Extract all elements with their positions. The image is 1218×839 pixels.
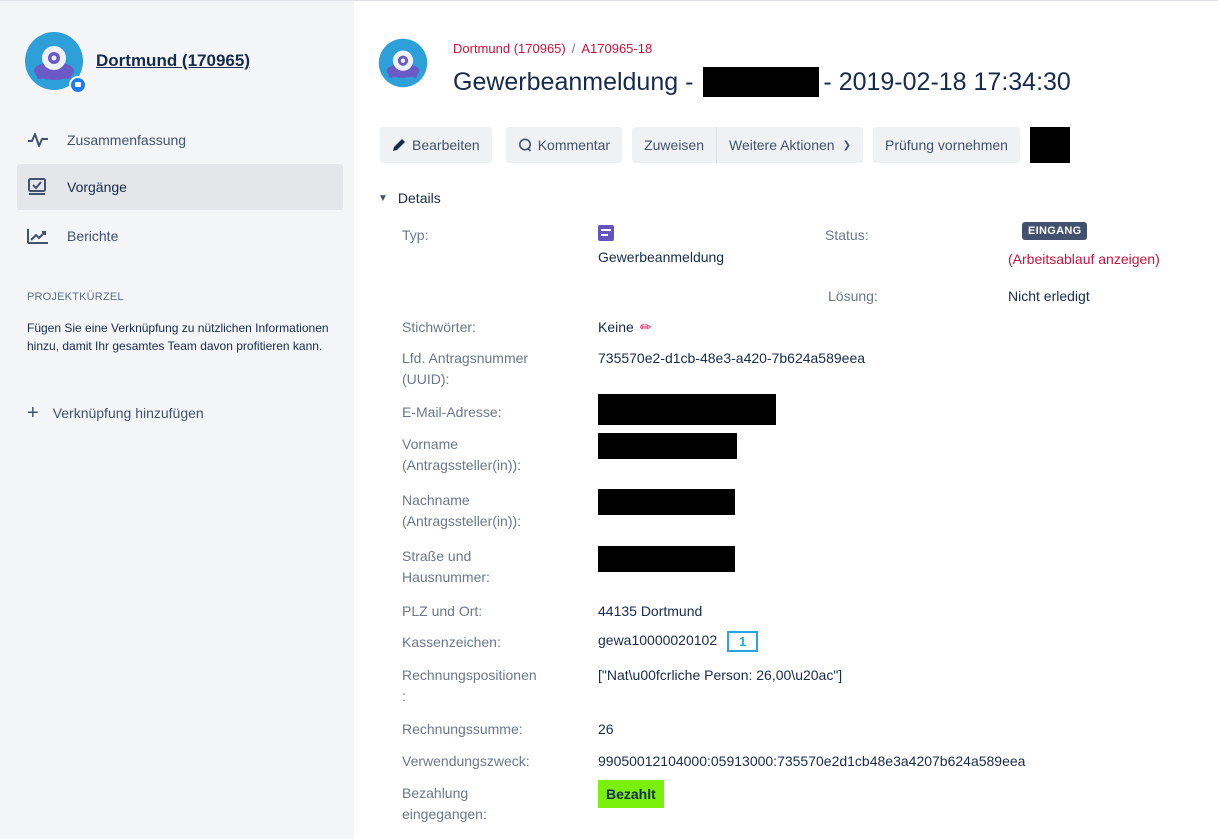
uuid-label-line: (UUID): <box>402 371 450 387</box>
details-section-toggle[interactable]: ▼ Details <box>378 190 441 206</box>
cashref-count-badge[interactable]: 1 <box>727 630 759 652</box>
keywords-field[interactable]: Keine ✏ <box>598 317 652 338</box>
shortcuts-description: Fügen Sie eine Verknüpfung zu nützlichen… <box>27 321 329 353</box>
more-actions-label: Weitere Aktionen <box>729 137 835 153</box>
keywords-value: Keine <box>598 319 634 335</box>
activity-icon <box>27 129 55 151</box>
project-header: Dortmund (170965) <box>24 31 344 95</box>
street-label: Straße und Hausnummer: <box>402 546 490 588</box>
sidebar-item-summary[interactable]: Zusammenfassung <box>17 117 343 163</box>
purpose-label: Verwendungszweck: <box>402 753 530 769</box>
chevron-down-icon: ❯ <box>842 139 851 151</box>
redacted-block <box>598 489 735 515</box>
chevron-down-icon: ▼ <box>378 192 388 204</box>
street-label-line: Straße und <box>402 548 472 564</box>
resolution-label: Lösung: <box>828 288 878 304</box>
breadcrumb-issue-link[interactable]: A170965-18 <box>581 41 652 56</box>
redacted-block <box>598 546 735 572</box>
workflow-button-group: Zuweisen Weitere Aktionen ❯ <box>632 127 863 163</box>
redacted-block <box>703 67 820 97</box>
city-label: PLZ und Ort: <box>402 603 483 619</box>
cashref-label: Kassenzeichen: <box>402 634 501 650</box>
project-name-link[interactable]: Dortmund (170965) <box>96 51 250 71</box>
issue-title-suffix: - 2019-02-18 17:34:30 <box>823 67 1071 96</box>
issue-title-prefix: Gewerbeanmeldung - <box>453 67 694 96</box>
lastname-label-line: (Antragssteller(in)): <box>402 513 522 529</box>
breadcrumb: Dortmund (170965) / A170965-18 <box>453 41 652 56</box>
type-label: Typ: <box>402 227 429 243</box>
sum-label: Rechnungssumme: <box>402 721 523 737</box>
pencil-icon[interactable]: ✏ <box>640 317 652 338</box>
sidebar-item-label: Zusammenfassung <box>67 132 187 148</box>
project-avatar-icon[interactable] <box>24 31 88 95</box>
resolution-value: Nicht erledigt <box>1008 288 1090 304</box>
email-label: E-Mail-Adresse: <box>402 404 502 420</box>
issues-icon <box>27 176 55 198</box>
comment-button-label: Kommentar <box>537 137 611 153</box>
redacted-block <box>1029 127 1070 163</box>
plus-icon: + <box>27 402 39 424</box>
add-shortcut-label: Verknüpfung hinzufügen <box>52 405 204 421</box>
lastname-label-line: Nachname <box>402 492 470 508</box>
items-label-line: : <box>402 688 406 704</box>
edit-button-label: Bearbeiten <box>412 137 480 153</box>
type-icon-wrap <box>598 225 614 247</box>
redacted-block <box>598 433 737 459</box>
details-heading: Details <box>397 190 441 206</box>
issue-view: Dortmund (170965) / A170965-18 Gewerbeanme… <box>354 1 1218 839</box>
cashref-field: gewa10000020102 1 <box>598 630 759 652</box>
firstname-label-line: Vorname <box>402 436 459 452</box>
sidebar: Dortmund (170965) Zusammenfassung Vorgän… <box>0 1 354 839</box>
items-value: ["Nat\u00fcrliche Person: 26,00\u20ac"] <box>598 667 843 683</box>
pencil-icon <box>393 139 405 151</box>
purpose-value: 99050012104000:05913000:735570e2d1cb48e3… <box>598 753 1026 769</box>
type-value: Gewerbeanmeldung <box>598 249 725 265</box>
uuid-label: Lfd. Antragsnummer (UUID): <box>402 348 528 390</box>
sidebar-item-issues[interactable]: Vorgänge <box>17 164 343 210</box>
workflow-link[interactable]: (Arbeitsablauf anzeigen) <box>1008 251 1160 267</box>
shortcuts-heading: PROJEKTKÜRZEL <box>27 291 124 303</box>
comment-button[interactable]: Kommentar <box>505 127 623 163</box>
issue-title: Gewerbeanmeldung - - 2019-02-18 17:34:30 <box>453 67 1071 97</box>
uuid-label-line: Lfd. Antragsnummer <box>402 350 529 366</box>
items-label: Rechnungspositionen : <box>402 665 537 707</box>
sum-value: 26 <box>598 721 614 737</box>
city-value: 44135 Dortmund <box>598 603 703 619</box>
status-label: Status: <box>825 227 869 243</box>
project-avatar-icon[interactable] <box>378 38 428 88</box>
paid-label-line: Bezahlung <box>402 785 469 801</box>
issue-toolbar: Bearbeiten Kommentar Zuweisen Weitere Ak… <box>380 127 1070 163</box>
items-label-line: Rechnungspositionen <box>402 667 537 683</box>
sidebar-item-label: Vorgänge <box>67 179 127 195</box>
firstname-label-line: (Antragssteller(in)): <box>402 457 522 473</box>
sidebar-item-reports[interactable]: Berichte <box>17 213 343 259</box>
more-actions-button[interactable]: Weitere Aktionen ❯ <box>716 127 863 163</box>
edit-button[interactable]: Bearbeiten <box>380 127 492 163</box>
keywords-label: Stichwörter: <box>402 319 476 335</box>
cashref-value: gewa10000020102 <box>598 632 718 648</box>
lastname-label: Nachname (Antragssteller(in)): <box>402 490 521 532</box>
firstname-label: Vorname (Antragssteller(in)): <box>402 434 521 476</box>
paid-label: Bezahlung eingegangen: <box>402 783 487 825</box>
reports-icon <box>27 225 55 247</box>
uuid-value: 735570e2-d1cb-48e3-a420-7b624a589eea <box>598 350 866 366</box>
breadcrumb-separator: / <box>571 41 576 56</box>
street-label-line: Hausnummer: <box>402 569 490 585</box>
comment-icon <box>518 138 531 152</box>
sidebar-item-label: Berichte <box>67 228 119 244</box>
assign-button[interactable]: Zuweisen <box>632 127 716 163</box>
review-button[interactable]: Prüfung vornehmen <box>872 127 1020 163</box>
redacted-block <box>598 394 776 425</box>
status-badge: EINGANG <box>1022 222 1088 240</box>
paid-label-line: eingegangen: <box>402 806 487 822</box>
document-icon <box>598 225 614 241</box>
add-shortcut-button[interactable]: + Verknüpfung hinzufügen <box>27 403 204 423</box>
breadcrumb-project-link[interactable]: Dortmund (170965) <box>453 41 566 56</box>
paid-badge: Bezahlt <box>598 780 664 808</box>
